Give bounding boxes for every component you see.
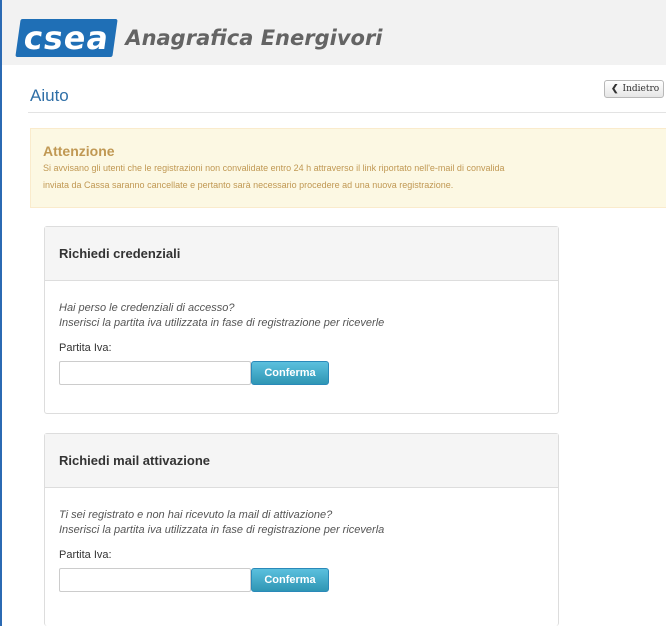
chevron-left-icon: ❮ <box>611 84 619 94</box>
panel-title: Richiedi credenziali <box>45 227 558 281</box>
left-border <box>0 0 2 626</box>
panel-request-activation-mail: Richiedi mail attivazione Ti sei registr… <box>44 433 559 626</box>
vat-input[interactable] <box>59 568 251 592</box>
title-divider <box>28 112 666 113</box>
vat-row: Conferma <box>59 361 544 385</box>
help-text-2: Inserisci la partita iva utilizzata in f… <box>59 317 385 329</box>
confirm-button[interactable]: Conferma <box>251 568 329 592</box>
panel-title: Richiedi mail attivazione <box>45 434 558 488</box>
confirm-button[interactable]: Conferma <box>251 361 329 385</box>
back-button[interactable]: ❮ Indietro <box>604 80 664 98</box>
app-header: csea Anagrafica Energivori <box>2 0 666 65</box>
app-title: Anagrafica Energivori <box>125 26 383 50</box>
vat-input[interactable] <box>59 361 251 385</box>
vat-label: Partita Iva: <box>59 549 112 561</box>
vat-label: Partita Iva: <box>59 342 112 354</box>
alert-text-line-1: Si avvisano gli utenti che le registrazi… <box>43 163 505 173</box>
logo-mark: csea <box>15 19 118 57</box>
help-text-2: Inserisci la partita iva utilizzata in f… <box>59 524 385 536</box>
page-title: Aiuto <box>30 86 69 105</box>
alert-text-line-2: inviata da Cassa saranno cancellate e pe… <box>43 180 454 190</box>
logo: csea Anagrafica Energivori <box>15 19 383 57</box>
vat-row: Conferma <box>59 568 544 592</box>
panel-body: Ti sei registrato e non hai ricevuto la … <box>45 508 558 592</box>
help-text-1: Ti sei registrato e non hai ricevuto la … <box>59 509 333 521</box>
panel-body: Hai perso le credenziali di accesso? Ins… <box>45 301 558 385</box>
alert-title: Attenzione <box>43 143 115 159</box>
panel-request-credentials: Richiedi credenziali Hai perso le creden… <box>44 226 559 414</box>
help-text-1: Hai perso le credenziali di accesso? <box>59 302 235 314</box>
warning-alert: Attenzione Si avvisano gli utenti che le… <box>30 128 666 208</box>
back-button-label: Indietro <box>622 84 660 94</box>
